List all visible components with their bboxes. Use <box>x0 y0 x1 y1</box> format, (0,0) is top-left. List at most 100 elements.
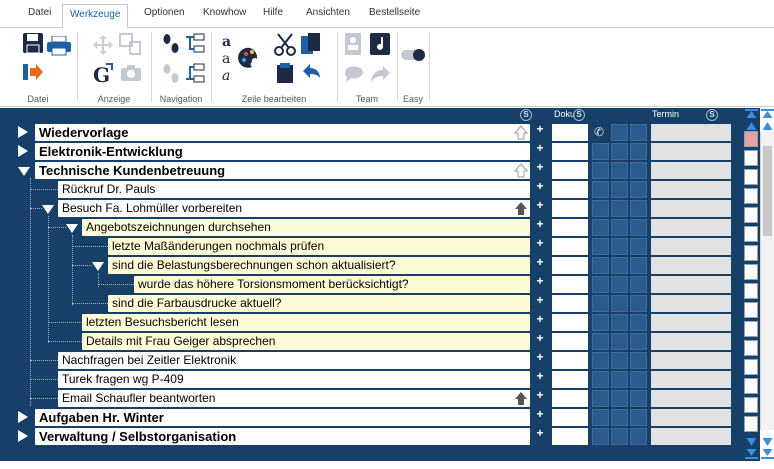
status-cell[interactable] <box>592 181 609 198</box>
scroll-top-icon[interactable] <box>761 109 774 119</box>
doku-cell[interactable] <box>552 314 588 331</box>
row-checkbox-active[interactable] <box>744 131 758 147</box>
assign-icon[interactable] <box>369 32 391 56</box>
status-cell[interactable] <box>592 143 609 160</box>
doku-cell[interactable] <box>552 371 588 388</box>
status-cell[interactable] <box>611 200 628 217</box>
collapse-icon[interactable] <box>18 167 30 176</box>
status-cell[interactable] <box>611 162 628 179</box>
row-checkbox[interactable] <box>744 264 758 280</box>
print-icon[interactable] <box>46 36 72 56</box>
termin-cell[interactable] <box>651 428 731 445</box>
row-label[interactable]: Rückruf Dr. Pauls <box>58 181 530 198</box>
doku-cell[interactable] <box>552 238 588 255</box>
scroll-down-icon[interactable] <box>745 437 758 447</box>
add-icon[interactable]: + <box>535 275 545 287</box>
move-icon[interactable] <box>92 34 114 56</box>
priority-outline-arrow-icon[interactable] <box>513 124 529 140</box>
add-icon[interactable]: + <box>535 313 545 325</box>
status-cell[interactable] <box>630 257 647 274</box>
tab-werkzeuge[interactable]: Werkzeuge <box>62 4 129 28</box>
tab-bestellseite[interactable]: Bestellseite <box>369 6 420 26</box>
status-cell[interactable] <box>611 352 628 369</box>
doku-cell[interactable] <box>552 143 588 160</box>
status-cell[interactable] <box>611 238 628 255</box>
status-cell[interactable] <box>611 390 628 407</box>
priority-outline-arrow-icon[interactable] <box>513 162 529 178</box>
status-cell[interactable] <box>630 238 647 255</box>
status-cell[interactable] <box>630 276 647 293</box>
status-cell[interactable] <box>611 124 628 141</box>
status-cell[interactable] <box>592 333 609 350</box>
row-label[interactable]: Wiedervorlage <box>35 124 530 141</box>
row-label[interactable]: letzten Besuchsbericht lesen <box>82 314 530 331</box>
status-cell[interactable] <box>592 352 609 369</box>
status-cell[interactable] <box>592 200 609 217</box>
status-cell[interactable] <box>611 371 628 388</box>
add-icon[interactable]: + <box>535 332 545 344</box>
tree-row[interactable]: Turek fragen wg P-409 + <box>0 370 740 389</box>
undo-icon[interactable] <box>300 62 322 84</box>
tab-knowhow[interactable]: Knowhow <box>203 6 246 26</box>
status-cell[interactable] <box>630 333 647 350</box>
tree-row[interactable]: letzte Maßänderungen nochmals prüfen + <box>0 237 740 256</box>
termin-cell[interactable] <box>651 314 731 331</box>
row-checkbox[interactable] <box>744 397 758 413</box>
termin-cell[interactable] <box>651 409 731 426</box>
row-checkbox[interactable] <box>744 283 758 299</box>
doku-cell[interactable] <box>552 428 588 445</box>
status-cell[interactable] <box>592 371 609 388</box>
status-cell[interactable] <box>611 295 628 312</box>
scroll-bottom-icon[interactable] <box>745 449 758 459</box>
camera-icon[interactable] <box>120 64 142 82</box>
phone-icon[interactable]: ✆ <box>592 125 606 139</box>
tree-row[interactable]: Rückruf Dr. Pauls + <box>0 180 740 199</box>
status-cell[interactable] <box>630 390 647 407</box>
row-checkbox[interactable] <box>744 150 758 166</box>
status-cell[interactable] <box>592 295 609 312</box>
toggle-icon[interactable] <box>400 48 426 62</box>
expand-icon[interactable] <box>18 411 28 423</box>
status-cell[interactable] <box>592 162 609 179</box>
tree-row[interactable]: letzten Besuchsbericht lesen + <box>0 313 740 332</box>
tab-hilfe[interactable]: Hilfe <box>263 6 283 26</box>
row-label[interactable]: sind die Farbausdrucke aktuell? <box>108 295 530 312</box>
palette-icon[interactable] <box>238 46 262 70</box>
paste-icon[interactable] <box>274 62 296 84</box>
tab-optionen[interactable]: Optionen <box>144 6 185 26</box>
sort-icon[interactable]: S <box>706 109 718 121</box>
status-cell[interactable] <box>630 371 647 388</box>
add-icon[interactable]: + <box>535 351 545 363</box>
collapse-icon[interactable] <box>92 262 104 271</box>
tree-row[interactable]: Technische Kundenbetreuung + <box>0 161 740 180</box>
footprints-disabled-icon[interactable] <box>160 62 182 84</box>
doku-cell[interactable] <box>552 257 588 274</box>
tree-row[interactable]: wurde das höhere Torsionsmoment berücksi… <box>0 275 740 294</box>
doku-cell[interactable] <box>552 276 588 293</box>
tree-row[interactable]: Details mit Frau Geiger absprechen + <box>0 332 740 351</box>
add-icon[interactable]: + <box>535 237 545 249</box>
row-checkbox[interactable] <box>744 226 758 242</box>
scroll-up-icon[interactable] <box>745 121 758 131</box>
goto-icon[interactable]: G <box>92 62 116 84</box>
status-cell[interactable] <box>630 124 647 141</box>
tree-row[interactable]: Besuch Fa. Lohmüller vorbereiten + <box>0 199 740 218</box>
status-cell[interactable] <box>611 219 628 236</box>
layout-icon[interactable] <box>118 32 142 56</box>
row-label[interactable]: Email Schaufler beantworten <box>58 390 530 407</box>
row-label[interactable]: Verwaltung / Selbstorganisation <box>35 428 530 445</box>
doku-cell[interactable] <box>552 352 588 369</box>
row-checkbox[interactable] <box>744 245 758 261</box>
priority-arrow-icon[interactable] <box>513 200 529 216</box>
status-cell[interactable] <box>630 219 647 236</box>
tree-view-icon[interactable] <box>184 32 206 56</box>
status-cell[interactable] <box>592 219 609 236</box>
add-icon[interactable]: + <box>535 256 545 268</box>
doku-cell[interactable] <box>552 333 588 350</box>
expand-icon[interactable] <box>18 145 28 157</box>
row-label[interactable]: Aufgaben Hr. Winter <box>35 409 530 426</box>
expand-icon[interactable] <box>18 126 28 138</box>
add-icon[interactable]: + <box>535 427 545 439</box>
save-icon[interactable] <box>22 32 44 54</box>
add-icon[interactable]: + <box>535 389 545 401</box>
